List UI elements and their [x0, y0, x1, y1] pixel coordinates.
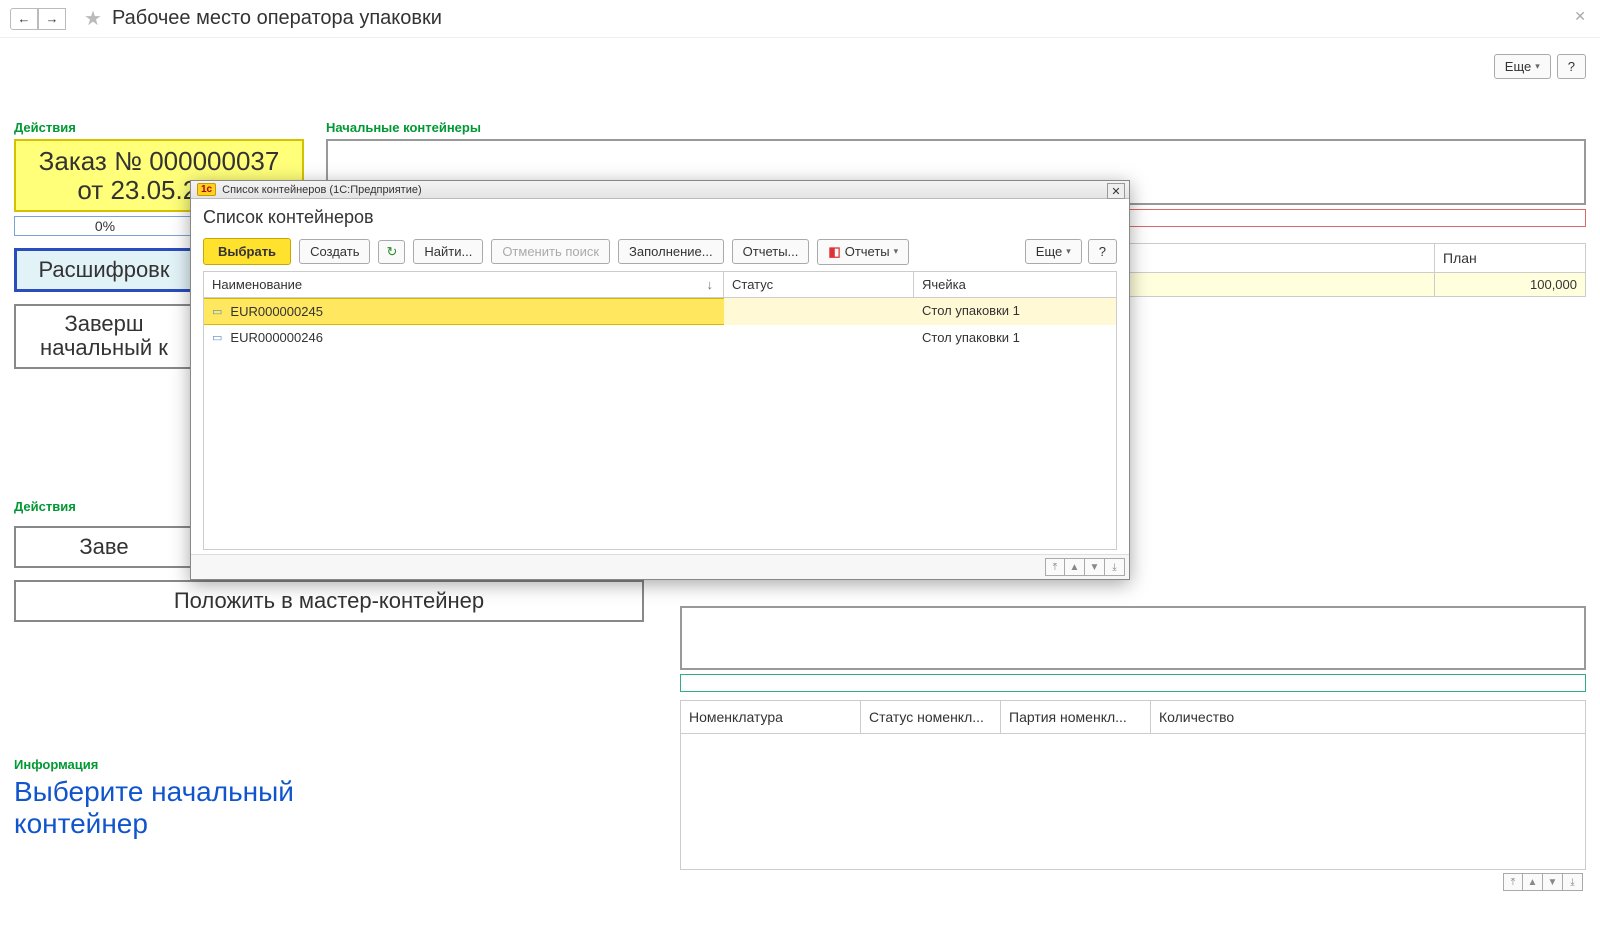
reports-dropdown[interactable]: ◧ Отчеты ▾ [817, 239, 909, 265]
more-label: Еще [1505, 59, 1531, 74]
plan-row-value: 100,000 [1435, 273, 1585, 296]
row-cell: Стол упаковки 1 [914, 325, 1116, 350]
reports-button[interactable]: Отчеты... [732, 239, 810, 264]
nav-up-icon[interactable]: ▲ [1065, 558, 1085, 576]
col-status[interactable]: Статус [724, 272, 914, 297]
row-status [724, 325, 914, 350]
finish-pick-l2: начальный к [18, 336, 190, 360]
find-button[interactable]: Найти... [413, 239, 483, 264]
col-name-label: Наименование [212, 277, 302, 292]
more-button[interactable]: Еще ▾ [1494, 54, 1551, 79]
list-header: Наименование ↓ Статус Ячейка [203, 271, 1117, 298]
nav-last-icon[interactable]: ⤓ [1105, 558, 1125, 576]
items-col-batch[interactable]: Партия номенкл... [1001, 701, 1151, 733]
nav-forward-button[interactable]: → [38, 8, 66, 30]
chevron-down-icon: ▾ [1066, 246, 1071, 257]
row-cell: Стол упаковки 1 [914, 298, 1116, 325]
chevron-down-icon: ▾ [1535, 61, 1540, 72]
page-title: Рабочее место оператора упаковки [112, 7, 442, 30]
target-input[interactable] [680, 674, 1586, 692]
progress-bar: 0% [14, 216, 196, 236]
nav-first-icon[interactable]: ⤒ [1503, 873, 1523, 891]
refresh-icon: ↻ [386, 244, 397, 260]
col-name[interactable]: Наименование ↓ [204, 272, 724, 297]
sort-arrow-icon: ↓ [707, 277, 714, 292]
nav-down-icon[interactable]: ▼ [1085, 558, 1105, 576]
chevron-down-icon: ▾ [894, 246, 899, 257]
initial-label: Начальные контейнеры [326, 120, 1586, 135]
modal-close-button[interactable]: ✕ [1107, 183, 1125, 199]
nav-first-icon[interactable]: ⤒ [1045, 558, 1065, 576]
record-icon: ▭ [212, 305, 222, 318]
app-badge-icon: 1c [197, 183, 216, 196]
items-col-nomen[interactable]: Номенклатура [681, 701, 861, 733]
record-icon: ▭ [212, 331, 222, 344]
select-button[interactable]: Выбрать [203, 238, 291, 265]
table-nav-arrows: ⤒ ▲ ▼ ⤓ [1503, 873, 1583, 891]
arrow-left-icon: ← [18, 11, 31, 26]
favorite-star-icon[interactable]: ★ [84, 6, 102, 31]
finish-pick-button[interactable]: Заверш начальный к [14, 304, 194, 368]
items-col-status[interactable]: Статус номенкл... [861, 701, 1001, 733]
page-close-button[interactable]: ✕ [1574, 8, 1586, 25]
decode-button[interactable]: Расшифровк [14, 248, 194, 292]
nav-up-icon[interactable]: ▲ [1523, 873, 1543, 891]
info-label: Информация [14, 757, 304, 772]
order-number: Заказ № 000000037 [20, 147, 298, 176]
row-name: EUR000000246 [230, 330, 323, 345]
modal-help-button[interactable]: ? [1088, 239, 1117, 264]
create-button[interactable]: Создать [299, 239, 370, 264]
reports-dropdown-label: Отчеты [845, 244, 890, 259]
list-body[interactable]: ▭ EUR000000245 Стол упаковки 1 ▭ EUR000000… [203, 298, 1117, 550]
info-text: Выберите начальный контейнер [14, 776, 304, 840]
modal-titlebar-text: Список контейнеров (1С:Предприятие) [222, 184, 422, 196]
nav-last-icon[interactable]: ⤓ [1563, 873, 1583, 891]
list-row[interactable]: ▭ EUR000000245 Стол упаковки 1 [204, 298, 1116, 325]
reports-icon: ◧ [828, 244, 840, 260]
help-button[interactable]: ? [1557, 54, 1586, 79]
list-row[interactable]: ▭ EUR000000246 Стол упаковки 1 [204, 325, 1116, 350]
finish-pick-l1: Заверш [18, 312, 190, 336]
items-table: Номенклатура Статус номенкл... Партия но… [680, 700, 1586, 870]
cancel-find-button: Отменить поиск [491, 239, 610, 264]
items-col-qty[interactable]: Количество [1151, 701, 1585, 733]
plan-col-plan[interactable]: План [1435, 244, 1585, 272]
refresh-button[interactable]: ↻ [378, 240, 405, 264]
nav-back-button[interactable]: ← [10, 8, 38, 30]
nav-down-icon[interactable]: ▼ [1543, 873, 1563, 891]
modal-more-button[interactable]: Еще ▾ [1025, 239, 1082, 264]
actions-label: Действия [14, 120, 304, 135]
finish-button[interactable]: Заве [14, 526, 194, 568]
fill-button[interactable]: Заполнение... [618, 239, 724, 264]
modal-titlebar[interactable]: 1c Список контейнеров (1С:Предприятие) ✕ [191, 181, 1129, 199]
row-status [724, 298, 914, 325]
arrow-right-icon: → [46, 11, 59, 26]
put-master-button[interactable]: Положить в мастер-контейнер [14, 580, 644, 622]
container-list-dialog: 1c Список контейнеров (1С:Предприятие) ✕… [190, 180, 1130, 580]
modal-more-label: Еще [1036, 244, 1062, 259]
col-cell[interactable]: Ячейка [914, 272, 1116, 297]
target-containers-box[interactable] [680, 606, 1586, 670]
row-name: EUR000000245 [230, 304, 323, 319]
modal-heading: Список контейнеров [203, 207, 1117, 228]
